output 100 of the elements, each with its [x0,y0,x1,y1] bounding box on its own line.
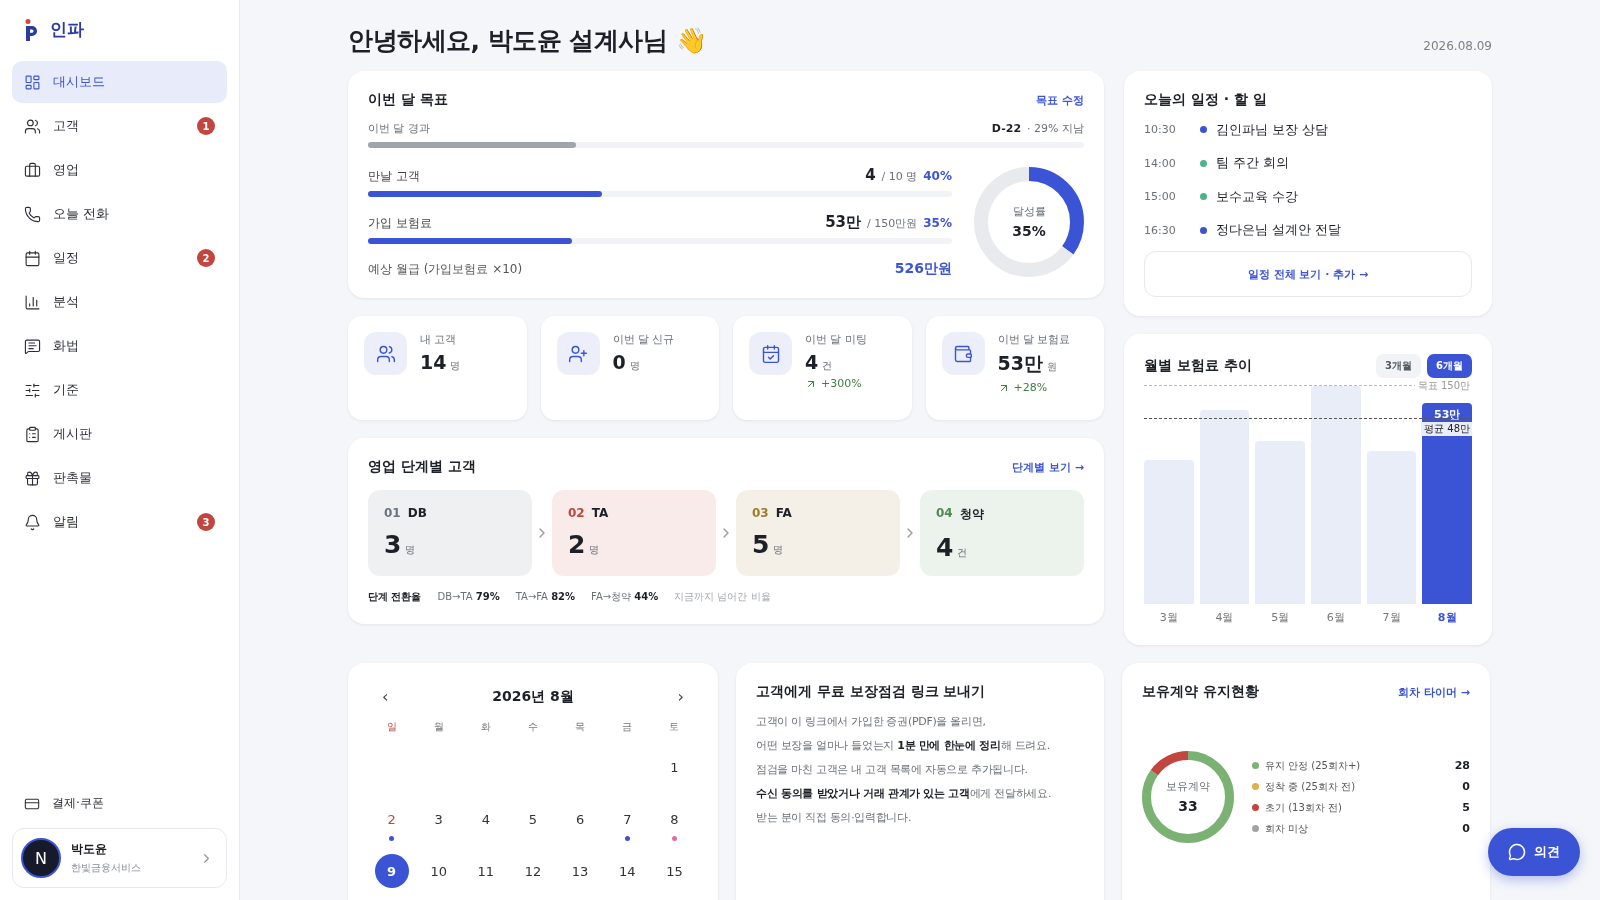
event-title: 팀 주간 회의 [1216,154,1290,173]
calendar-day[interactable]: 15 [657,854,692,888]
stat-unit: 명 [629,359,640,373]
conversion-rate: TA→FA 82% [515,591,576,602]
nav-item[interactable]: 화법 [12,325,227,367]
nav-item[interactable]: 오늘 전화 [12,193,227,235]
weekday-label: 토 [668,720,681,734]
salary-label: 예상 월급 (가입보험료 ×10) [368,261,523,278]
stage-name: 청약 [959,506,984,523]
stage-name: DB [407,506,427,520]
billing-link[interactable]: 결제·쿠폰 [12,787,227,820]
weekday-label: 목 [574,720,587,734]
calendar-day[interactable]: 7 [610,802,645,836]
nav-item[interactable]: 고객 1 [12,105,227,147]
nav-item[interactable]: 영업 [12,149,227,191]
calendar-day[interactable]: 8 [657,802,692,836]
nav-item[interactable]: 알림 3 [12,501,227,543]
conversion-rate: FA→청약 44% [591,590,659,604]
calendar-day[interactable]: 5 [516,802,550,836]
stage-card[interactable]: 03 FA 5 명 [736,490,900,576]
view-schedule-button[interactable]: 일정 전체 보기 · 추가 → [1144,251,1472,297]
body-text: 어떤 보장을 얼마나 들었는지 1분 만에 한눈에 정리해 드려요. [756,738,1051,754]
nav-item[interactable]: 대시보드 [12,61,227,103]
donut-value: 33 [1178,798,1198,814]
weekday-label: 금 [621,720,634,734]
average-label: 평균 48만 [1421,422,1472,437]
nav-item[interactable]: 게시판 [12,413,227,455]
stage-count: 4 [936,533,954,562]
bell-icon [24,513,41,531]
stat-unit: 명 [450,359,461,373]
card-title: 영업 단계별 고객 [368,458,476,476]
legend-count: 0 [1462,822,1470,835]
stage-count: 2 [568,530,586,559]
stage-number: 01 [384,506,401,520]
previous-month-button[interactable]: ‹ [378,687,393,706]
donut-value: 35% [1012,223,1046,239]
stat-value: 53만 [997,351,1043,376]
nav-item[interactable]: 분석 [12,281,227,323]
legend-count: 28 [1454,759,1470,772]
stat-label: 이번 달 보험료 [997,332,1071,347]
timer-link[interactable]: 회차 타이머 → [1398,684,1470,700]
calendar-day[interactable]: 1 [657,750,692,784]
feedback-button[interactable]: 의견 [1488,828,1580,876]
calendar-day[interactable]: 11 [468,854,503,888]
event-time: 10:30 [1144,123,1177,137]
people-icon [24,117,41,135]
metric-target: / 150만원 [867,216,918,231]
calendar-day[interactable]: 2 [374,802,409,836]
weekday-label: 수 [527,720,539,734]
calendar-check-icon [760,343,781,364]
stage-card[interactable]: 02 TA 2 명 [552,490,716,576]
metric-percent: 40% [923,169,952,183]
legend-count: 5 [1462,801,1470,814]
donut-label: 보유계약 [1166,780,1210,794]
clipboard-icon [24,425,41,443]
chat-icon [24,337,41,355]
bar-chart-icon [24,293,41,311]
target-label: 목표 150만 [1414,378,1472,393]
calendar-day[interactable]: 14 [610,854,645,888]
metric-label: 가입 보험료 [368,215,432,232]
next-month-button[interactable]: › [673,687,688,706]
range-tab[interactable]: 6개월 [1427,354,1472,378]
nav-item[interactable]: 판촉물 [12,457,227,499]
nav-item[interactable]: 기준 [12,369,227,411]
nav-item[interactable]: 일정 2 [12,237,227,279]
stat-change: +300% [821,377,862,390]
stages-link[interactable]: 단계별 보기 → [1012,459,1084,475]
calendar-day[interactable]: 3 [421,802,456,836]
month-label: 6월 [1325,610,1346,625]
month-label: 5월 [1270,610,1291,625]
wallet-icon [953,343,973,364]
event-time: 15:00 [1144,190,1177,204]
calendar-day[interactable]: 4 [468,802,503,836]
month-label: 3월 [1158,610,1179,625]
edit-goal-link[interactable]: 목표 수정 [1036,92,1084,108]
stat-value: 4 [805,351,819,373]
user-card[interactable]: N 박도윤 한빛금융서비스 [12,828,227,888]
stage-unit: 건 [957,546,968,560]
range-tab[interactable]: 3개월 [1376,354,1422,378]
gift-icon [24,469,41,487]
calendar-day[interactable]: 13 [563,854,598,888]
user-name: 박도윤 [71,841,108,858]
calendar-day[interactable]: 6 [563,802,598,836]
metric-percent: 35% [923,216,952,230]
stat-label: 이번 달 신규 [612,332,675,347]
metric-value: 53만 [825,213,862,232]
weekday-label: 월 [432,720,445,734]
calendar-day[interactable]: 12 [516,854,550,888]
event-title: 김인파님 보장 상담 [1216,120,1329,139]
calendar-day[interactable]: 9 [374,854,409,888]
stage-card[interactable]: 01 DB 3 명 [368,490,532,576]
people-icon [375,343,396,364]
card-title: 오늘의 일정 · 할 일 [1144,91,1267,109]
calendar-icon [24,249,41,267]
weekday-label: 화 [479,720,492,734]
stat-unit: 건 [822,359,833,373]
stage-card[interactable]: 04 청약 4 건 [920,490,1084,576]
stage-unit: 명 [589,543,600,557]
calendar-day[interactable]: 10 [421,854,456,888]
user-company: 한빛금융서비스 [71,861,142,875]
